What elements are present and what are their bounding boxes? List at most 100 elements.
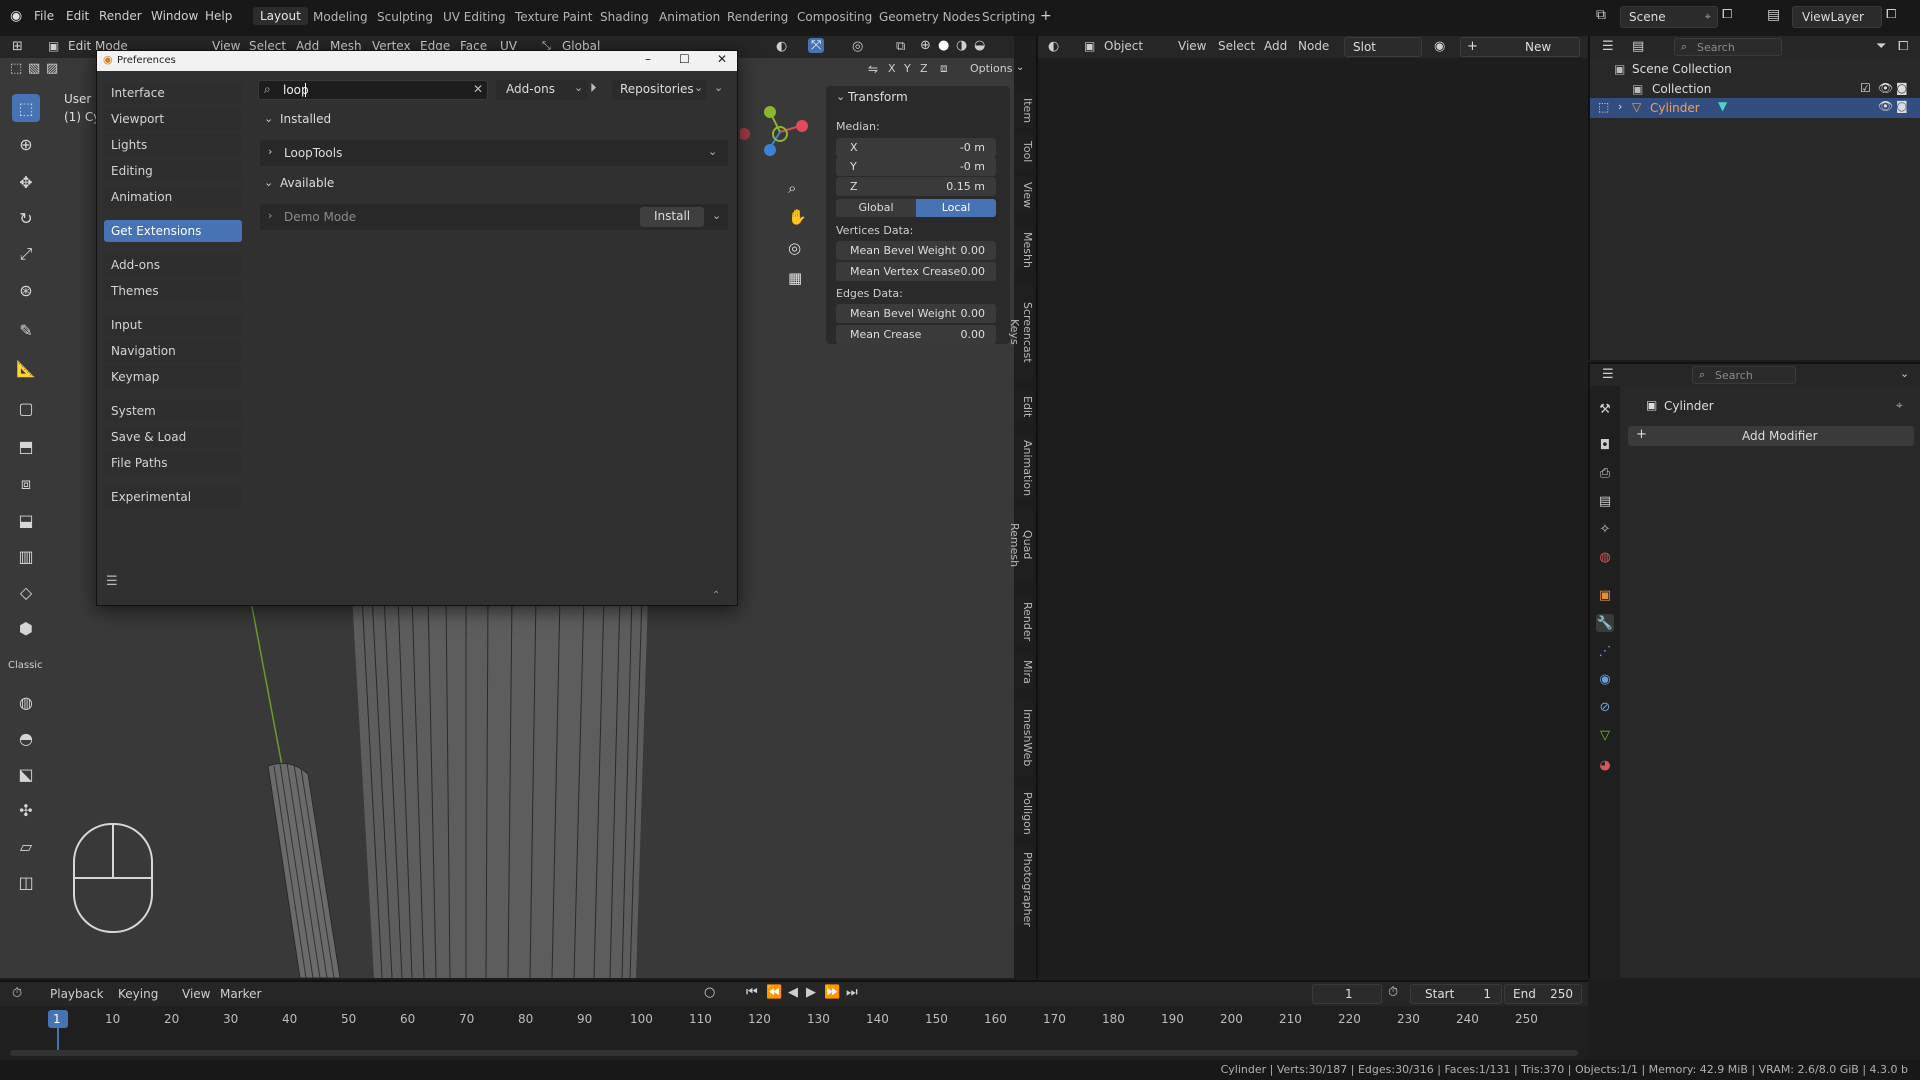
add-modifier-button[interactable]: + Add Modifier	[1628, 426, 1914, 446]
chevron-down-icon[interactable]: ⌄	[712, 209, 721, 222]
workspace-tab-scripting[interactable]: Scripting	[982, 10, 1035, 24]
sidebar-tab-edit[interactable]: Edit	[1014, 390, 1034, 422]
jump-end-icon[interactable]: ⏭	[846, 985, 858, 1000]
checkbox-icon[interactable]: ☑	[1860, 81, 1871, 95]
local-toggle[interactable]: Local	[916, 199, 996, 217]
select-box-tool-icon[interactable]: ⬚	[12, 94, 40, 122]
measure-tool-icon[interactable]: 📐	[12, 354, 40, 382]
inset-tool-icon[interactable]: ⧈	[12, 470, 40, 498]
xray-toggle-icon[interactable]: ⧉	[896, 39, 905, 54]
preferences-titlebar[interactable]: ◉ Preferences – ☐ ✕	[97, 51, 737, 71]
mean-bevel-weight-edge-field[interactable]: Mean Bevel Weight 0.00	[836, 304, 996, 323]
median-z-field[interactable]: Z 0.15 m	[836, 177, 996, 196]
solid-shading-icon[interactable]: ●	[938, 38, 949, 53]
new-collection-icon[interactable]: ⧠	[1898, 39, 1908, 54]
mean-bevel-weight-vertex-field[interactable]: Mean Bevel Weight 0.00	[836, 241, 996, 260]
scene-collection-label[interactable]: Scene Collection	[1632, 62, 1732, 76]
mirror-y[interactable]: Y	[904, 62, 911, 75]
workspace-tab-geometry-nodes[interactable]: Geometry Nodes	[879, 10, 980, 24]
physics-icon[interactable]: ◉	[1596, 670, 1614, 688]
sidebar-tab-polligon[interactable]: Polligon	[1014, 786, 1034, 835]
scene-properties-icon[interactable]: ✧	[1596, 520, 1614, 538]
tag-icon[interactable]: ⏵	[590, 81, 597, 96]
mean-crease-field[interactable]: Mean Crease 0.00	[836, 325, 996, 344]
loop-cut-tool-icon[interactable]: ▥	[12, 542, 40, 570]
current-frame-field[interactable]: 1	[1312, 984, 1382, 1004]
mean-vertex-crease-field[interactable]: Mean Vertex Crease 0.00	[836, 262, 996, 281]
rendered-shading-icon[interactable]: ◒	[974, 38, 985, 53]
menu-window[interactable]: Window	[151, 9, 198, 23]
sidebar-tab-screencast-keys[interactable]: Screencast Keys	[1008, 284, 1034, 380]
collection-label[interactable]: Collection	[1652, 82, 1711, 96]
material-browse-icon[interactable]: ◉	[1434, 39, 1445, 54]
mirror-z[interactable]: Z	[920, 62, 928, 75]
poly-build-tool-icon[interactable]: ⬢	[12, 614, 40, 642]
chevron-right-icon[interactable]: ›	[1618, 100, 1622, 113]
view-layer-icon[interactable]: ▤	[1767, 7, 1780, 23]
workspace-tab-modeling[interactable]: Modeling	[313, 10, 368, 24]
scale-tool-icon[interactable]: ⤢	[12, 240, 40, 268]
pin-icon[interactable]: ⌖	[1705, 10, 1711, 24]
shear-tool-icon[interactable]: ▱	[12, 832, 40, 860]
prefs-nav-viewport[interactable]: Viewport	[104, 108, 242, 130]
sidebar-tab-view[interactable]: View	[1014, 176, 1034, 212]
material-properties-icon[interactable]: ◕	[1596, 756, 1614, 774]
prefs-nav-themes[interactable]: Themes	[104, 280, 242, 302]
filter-type-dropdown[interactable]: Add-ons ⌄	[496, 80, 588, 100]
rotate-tool-icon[interactable]: ↻	[12, 204, 40, 232]
chevron-down-icon[interactable]: ⌄	[708, 145, 717, 158]
menu-edit[interactable]: Edit	[66, 9, 89, 23]
eye-icon[interactable]: 👁	[1878, 99, 1893, 113]
extension-row-demo-mode[interactable]: › Demo Mode Install ⌄	[260, 204, 728, 230]
sidebar-tab-photographer[interactable]: Photographer	[1014, 846, 1034, 927]
select-box-mode-icon[interactable]: ⬚	[10, 61, 22, 76]
outliner-row-cylinder[interactable]: ⬚ › ▽ Cylinder ▼ 👁 ◙	[1590, 98, 1920, 118]
view-layer-selector[interactable]: ViewLayer	[1792, 6, 1882, 28]
camera-icon[interactable]: ◙	[1896, 99, 1908, 113]
sidebar-tab-animation[interactable]: Animation	[1014, 434, 1034, 498]
editor-type-icon[interactable]: ⏱	[12, 986, 22, 1001]
node-menu-select[interactable]: Select	[1218, 39, 1255, 53]
marker-menu[interactable]: Marker	[220, 987, 261, 1001]
playback-menu[interactable]: Playback	[50, 987, 104, 1001]
camera-icon[interactable]: ◙	[1896, 81, 1908, 95]
bevel-tool-icon[interactable]: ⬓	[12, 506, 40, 534]
auto-merge-icon[interactable]: ⧈	[940, 61, 948, 76]
node-menu-node[interactable]: Node	[1298, 39, 1329, 53]
close-icon[interactable]: ✕	[717, 52, 727, 66]
mesh-data-icon[interactable]: ▼	[1718, 99, 1727, 113]
prefs-nav-editing[interactable]: Editing	[104, 160, 242, 182]
scene-icon[interactable]: ⧉	[1596, 7, 1606, 23]
next-keyframe-icon[interactable]: ⏩	[824, 985, 840, 1000]
jump-start-icon[interactable]: ⏮	[746, 985, 758, 1000]
select-subtract-icon[interactable]: ▨	[46, 61, 58, 76]
workspace-tab-uv-editing[interactable]: UV Editing	[443, 10, 506, 24]
prefs-nav-navigation[interactable]: Navigation	[104, 340, 242, 362]
particles-icon[interactable]: ⋰	[1596, 642, 1614, 660]
sidebar-tab-meshh[interactable]: Meshh	[1014, 226, 1034, 270]
blender-logo-icon[interactable]: ◉	[10, 8, 22, 24]
workspace-tab-rendering[interactable]: Rendering	[727, 10, 788, 24]
timeline-scrollbar[interactable]	[10, 1050, 1578, 1056]
properties-search-input[interactable]: ⌕ Search	[1692, 366, 1796, 384]
add-workspace-icon[interactable]: +	[1040, 8, 1052, 24]
edge-slide-tool-icon[interactable]: ⬕	[12, 760, 40, 788]
knife-tool-icon[interactable]: ◇	[12, 578, 40, 606]
clear-search-icon[interactable]: ✕	[473, 82, 483, 96]
chevron-down-icon[interactable]: ⌄	[1900, 367, 1909, 380]
view-layer-properties-icon[interactable]: ▤	[1596, 492, 1614, 510]
shrink-fatten-tool-icon[interactable]: ✣	[12, 796, 40, 824]
chevron-right-icon[interactable]: ›	[268, 209, 272, 222]
prefs-nav-animation[interactable]: Animation	[104, 186, 242, 208]
extensions-search-input[interactable]: ⌕ loop ✕	[258, 80, 488, 100]
shader-editor[interactable]: ◐ ▣ Object View Select Add Node Slot ◉ +…	[1036, 36, 1590, 978]
resize-handle-icon[interactable]: ⌃	[712, 590, 720, 601]
chevron-down-icon[interactable]: ⌄	[264, 176, 273, 189]
gizmo-toggle-icon[interactable]: ⤧	[808, 38, 825, 53]
median-y-field[interactable]: Y -0 m	[836, 157, 996, 176]
editor-type-icon[interactable]: ☰	[1602, 39, 1614, 54]
prefs-nav-lights[interactable]: Lights	[104, 134, 242, 156]
slot-selector[interactable]: Slot	[1344, 37, 1422, 57]
wireframe-shading-icon[interactable]: ⊕	[920, 38, 931, 53]
sidebar-tab-render[interactable]: Render	[1014, 596, 1034, 644]
